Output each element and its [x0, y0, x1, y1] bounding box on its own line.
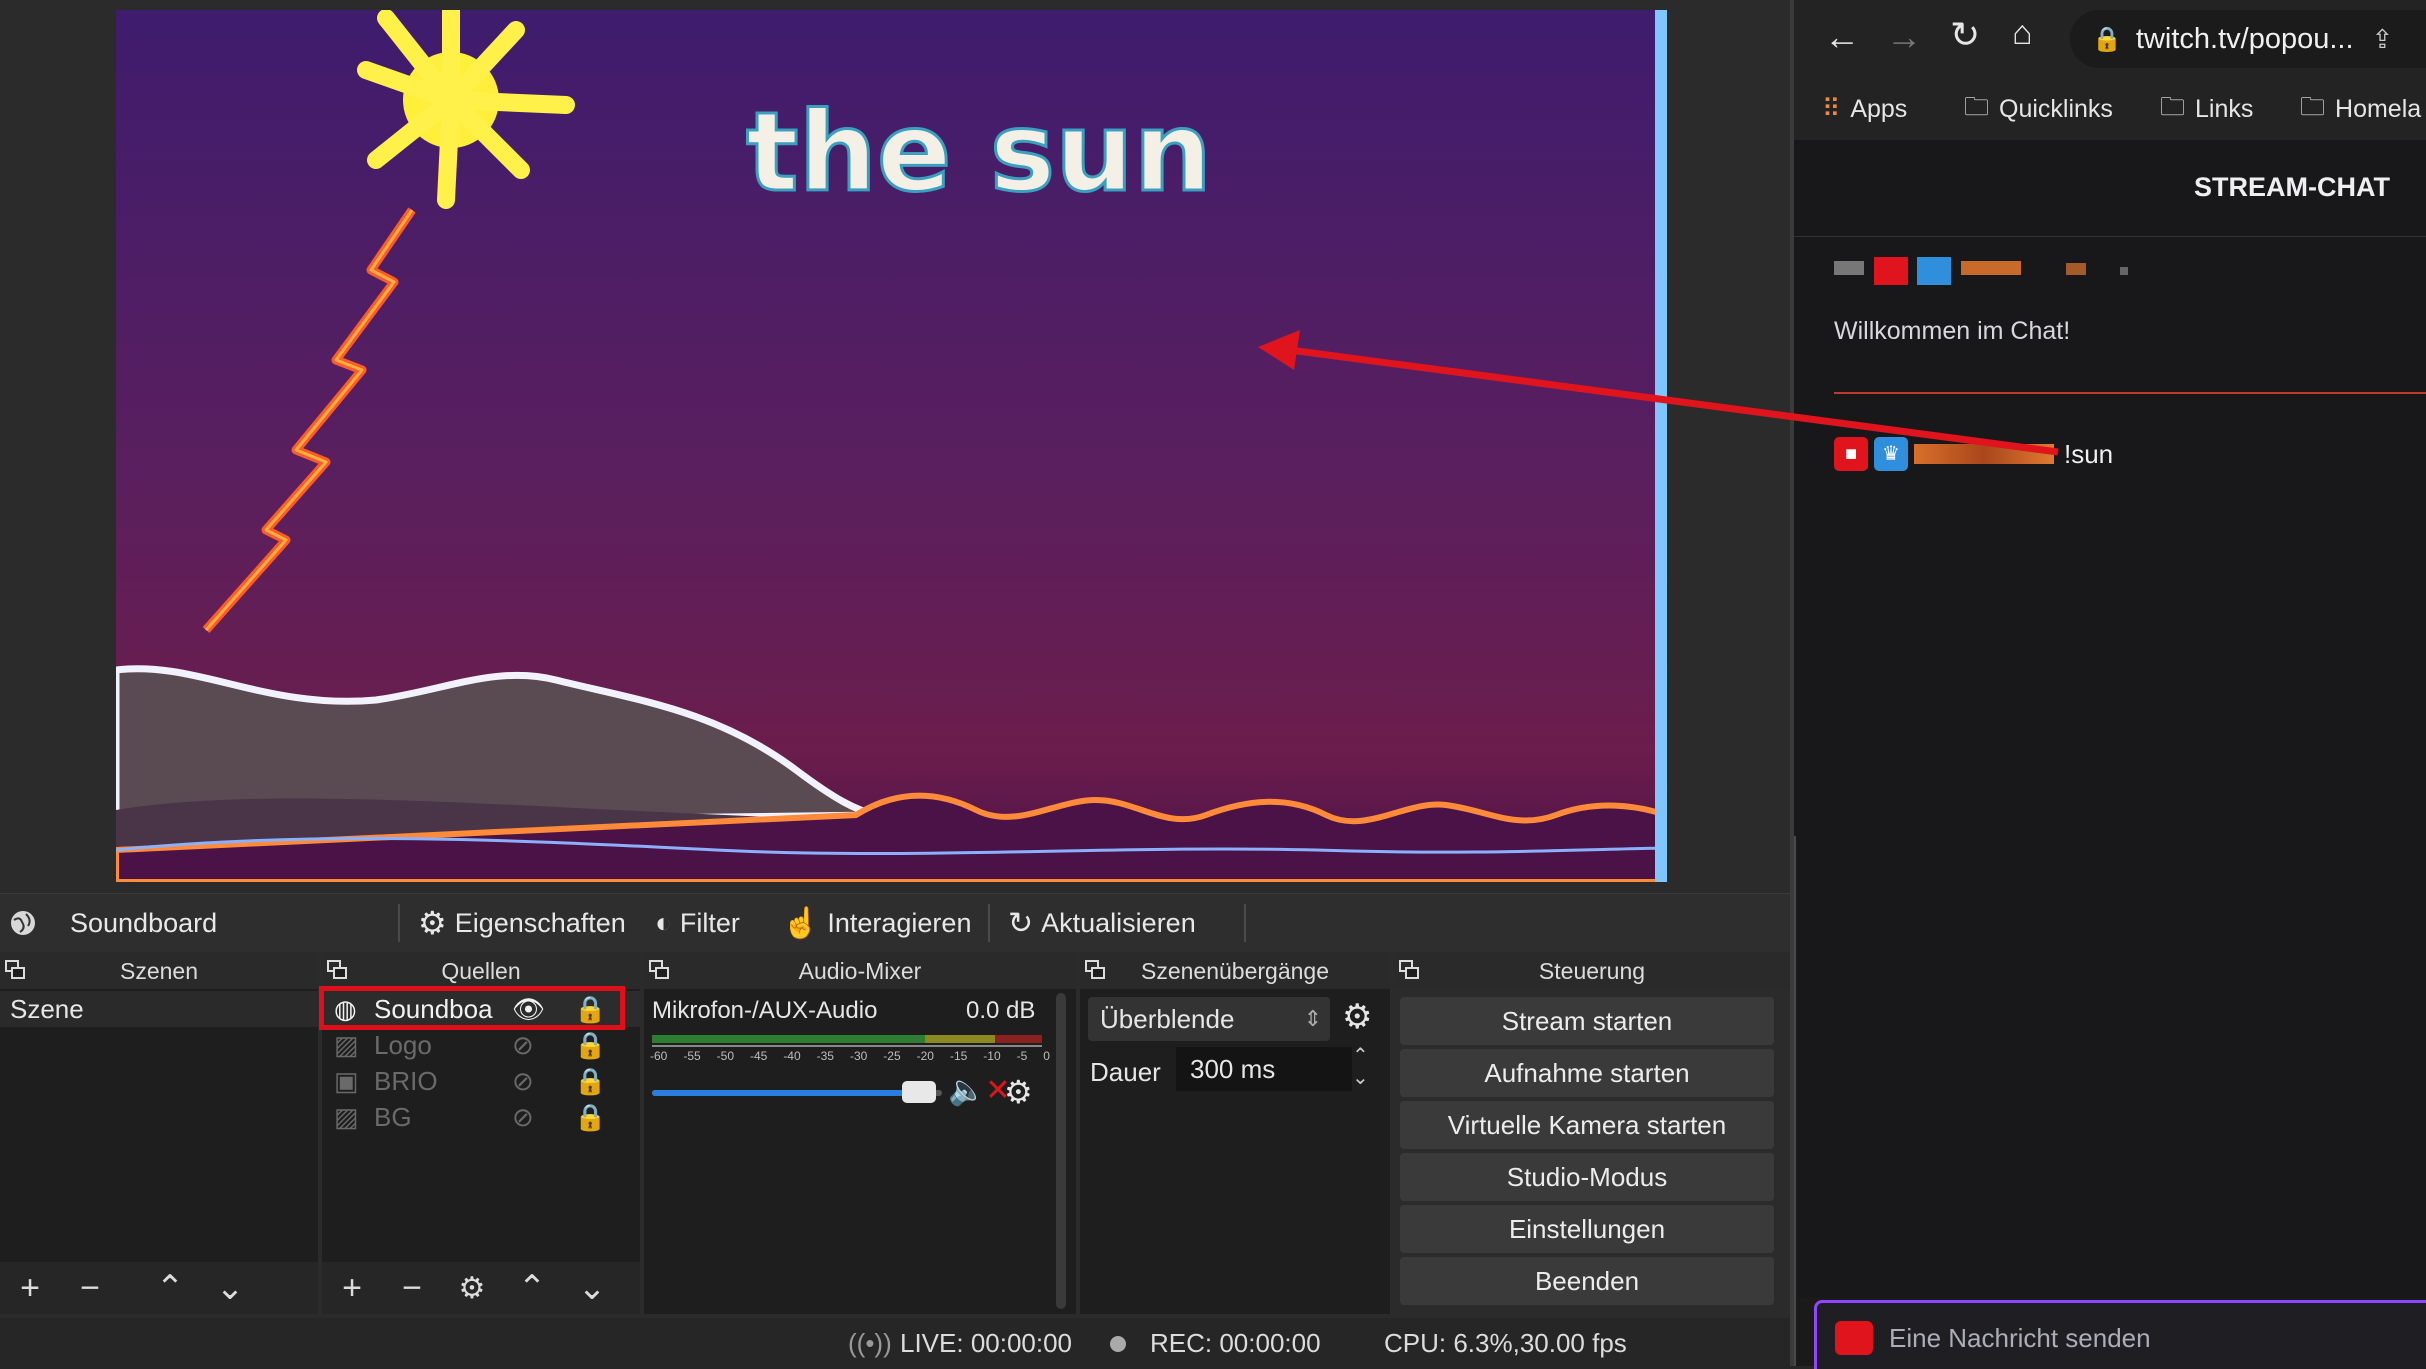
annotation-arrow	[1258, 330, 2059, 456]
